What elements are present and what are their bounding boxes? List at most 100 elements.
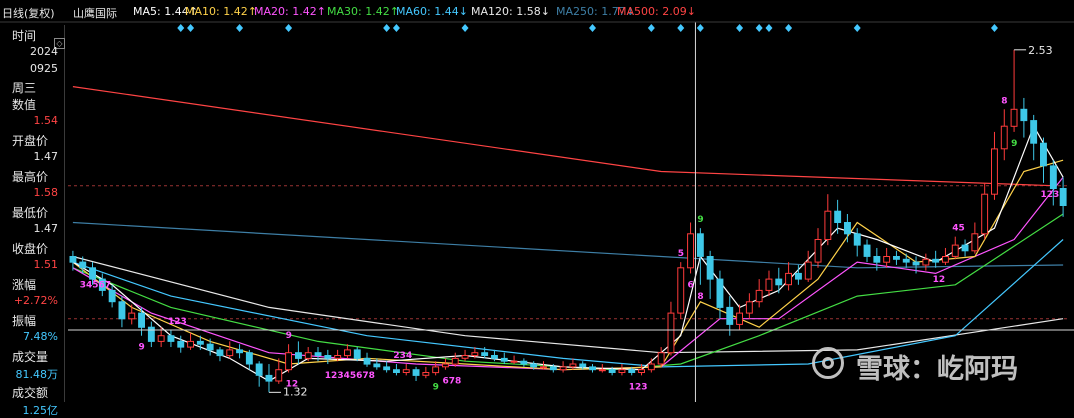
- candle-body: [755, 289, 763, 303]
- candle-body: [814, 239, 822, 263]
- count-marker: 8: [1001, 96, 1007, 106]
- field-label: 最低价: [12, 206, 49, 220]
- field-value: +2.72%: [13, 294, 58, 307]
- count-marker: 9: [697, 215, 703, 225]
- candle-body: [667, 312, 675, 354]
- candle-body: [530, 363, 538, 368]
- candle-body: [716, 278, 724, 308]
- candle-body: [745, 301, 753, 314]
- candle-body: [491, 355, 498, 359]
- field-value: 1.51: [33, 258, 59, 271]
- count-marker: 123: [1040, 190, 1059, 200]
- count-marker: 34567: [80, 280, 111, 290]
- candle-body: [726, 306, 734, 325]
- candle-body: [412, 369, 420, 376]
- candle-body: [638, 369, 645, 374]
- candle-body: [393, 369, 400, 374]
- kline-chart[interactable]: 9999934567123121234567823467812356881212…: [0, 0, 1074, 402]
- candle-body: [863, 244, 871, 257]
- candle-body: [187, 340, 195, 348]
- candle-body: [285, 352, 293, 371]
- candle-body: [1030, 120, 1038, 144]
- candle-body: [89, 267, 96, 280]
- info-panel: ◇ 时间 2024 0925 周三 数值 1.54 开盘价 1.47 最高价 1.58 最低价 1.4…: [0, 25, 65, 417]
- low-price-label: 1.32: [283, 385, 308, 398]
- candle-body: [922, 258, 930, 266]
- field-label: 成交量: [12, 350, 49, 364]
- field-label: 涨幅: [12, 278, 37, 292]
- period-label[interactable]: 日线(复权): [2, 5, 55, 21]
- count-marker: 12345678: [325, 371, 375, 381]
- candle-body: [432, 366, 440, 374]
- snowball-logo-icon: [812, 347, 844, 379]
- candle-body: [373, 363, 381, 368]
- candle-body: [422, 372, 430, 376]
- candle-body: [304, 352, 312, 359]
- count-marker: 9: [1011, 139, 1017, 149]
- candle-body: [687, 233, 694, 269]
- candle-body: [608, 369, 616, 374]
- candle-body: [981, 193, 989, 235]
- candle-body: [824, 210, 832, 240]
- candle-body: [942, 256, 949, 263]
- ma-label-4: MA60: 1.44↓: [396, 5, 468, 18]
- candle-body: [775, 278, 783, 286]
- ma-label-5: MA120: 1.58↓: [471, 5, 550, 18]
- candle-body: [157, 335, 165, 342]
- field-value: 1.47: [33, 222, 59, 235]
- field-label: 振幅: [12, 314, 37, 328]
- field-value: 1.47: [33, 150, 59, 163]
- candle-body: [706, 256, 714, 280]
- candle-body: [118, 301, 126, 320]
- field-label: 开盘价: [12, 134, 49, 148]
- candle-body: [579, 363, 587, 368]
- signal-diamond-icon: [990, 24, 998, 32]
- candle-body: [500, 357, 508, 362]
- candle-body: [647, 363, 655, 371]
- signal-diamond-icon: [589, 24, 597, 32]
- watermark: 雪球：屹阿玛: [812, 345, 1062, 385]
- ma-label-3: MA30: 1.42↑: [327, 5, 399, 18]
- field-value: 1.54: [33, 114, 59, 127]
- count-marker: 9: [433, 382, 439, 392]
- signal-diamond-icon: [647, 24, 655, 32]
- count-marker: 12: [933, 275, 946, 285]
- stock-name: 山鹰国际: [73, 7, 117, 20]
- candle-body: [628, 369, 636, 374]
- candle-body: [69, 256, 77, 263]
- count-marker: 678: [442, 377, 461, 387]
- field-label: 收盘价: [12, 242, 49, 256]
- count-marker: 9: [139, 343, 145, 353]
- count-marker: 8: [697, 292, 703, 302]
- count-marker: 123: [629, 382, 648, 392]
- candle-body: [873, 256, 881, 263]
- field-label: 时间: [12, 29, 37, 43]
- candle-body: [314, 352, 322, 357]
- signal-diamond-icon: [765, 24, 773, 32]
- signal-diamond-icon: [696, 24, 704, 32]
- watermark-text: 雪球：屹阿玛: [856, 354, 1018, 385]
- candle-body: [1040, 142, 1047, 167]
- candle-body: [569, 363, 577, 368]
- count-marker: 9: [286, 331, 292, 341]
- count-marker: 234: [393, 351, 412, 361]
- candle-body: [196, 340, 204, 345]
- candle-body: [363, 357, 371, 365]
- signal-diamond-icon: [853, 24, 861, 32]
- candle-body: [932, 258, 940, 263]
- candle-body: [1000, 125, 1008, 150]
- candle-body: [1010, 108, 1018, 127]
- field-value: 1.58: [33, 186, 59, 199]
- field-label: 成交额: [12, 386, 49, 400]
- candle-body: [961, 244, 969, 252]
- candle-body: [236, 349, 244, 354]
- candle-body: [902, 258, 910, 263]
- field-value: 2024: [30, 45, 58, 58]
- candle-body: [677, 267, 685, 314]
- candle-body: [549, 366, 557, 371]
- candle-body: [255, 363, 263, 376]
- candle-body: [167, 335, 175, 342]
- candle-body: [138, 312, 146, 328]
- candle-body: [471, 352, 479, 357]
- candle-body: [245, 352, 253, 365]
